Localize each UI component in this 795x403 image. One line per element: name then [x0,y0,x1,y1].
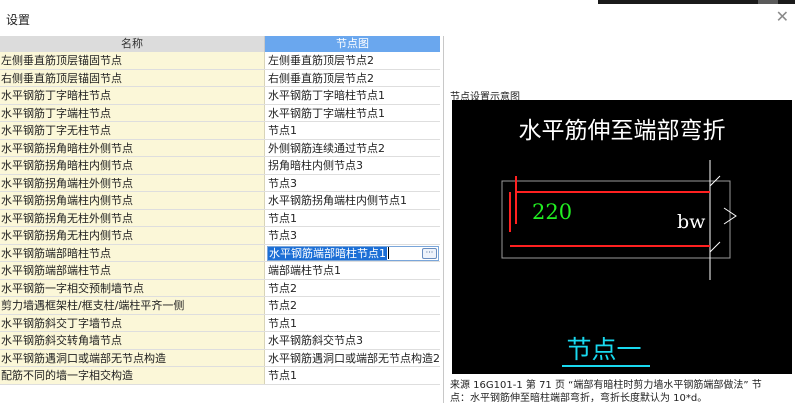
table-row[interactable]: 水平钢筋拐角无柱外侧节点 节点1 [0,209,440,227]
table-row[interactable]: 剪力墙遇框架柱/框支柱/端柱平齐一侧 节点2 [0,297,440,315]
node-diagram-cell[interactable]: 节点1 [265,209,440,226]
setting-name-cell[interactable]: 水平钢筋拐角暗柱内侧节点 [0,157,265,174]
node-diagram-cell[interactable]: 节点1 [265,367,440,384]
table-row[interactable]: 水平钢筋遇洞口或端部无节点构造 水平钢筋遇洞口或端部无节点构造2 [0,349,440,367]
setting-name-cell[interactable]: 左侧垂直筋顶层锚固节点 [0,52,265,69]
setting-name-cell[interactable]: 水平钢筋拐角无柱外侧节点 [0,209,265,226]
node-diagram-cell[interactable]: 节点3 [265,174,440,191]
source-line-2: 点：水平钢筋伸至暗柱端部弯折，弯折长度默认为 10*d。 [450,393,708,403]
table-body: 左侧垂直筋顶层锚固节点 左侧垂直筋顶层节点2 右侧垂直筋顶层锚固节点 右侧垂直筋顶层节… [0,52,440,385]
table-row[interactable]: 水平钢筋丁字无柱节点 节点1 [0,122,440,140]
setting-name-cell[interactable]: 水平钢筋斜交转角墙节点 [0,332,265,349]
node-diagram-cell[interactable]: 水平钢筋丁字端柱节点1 [265,104,440,121]
node-diagram-cell[interactable]: 水平钢筋丁字暗柱节点1 [265,87,440,104]
node-diagram-cell[interactable]: 节点1 [265,314,440,331]
table-row[interactable]: 右侧垂直筋顶层锚固节点 右侧垂直筋顶层节点2 [0,69,440,87]
node-diagram: 水平筋伸至端部弯折 220 bw 节点一 [452,100,792,374]
node-diagram-cell[interactable]: 节点2 [265,279,440,296]
table-row[interactable]: 水平钢筋拐角端柱内侧节点 水平钢筋拐角端柱内侧节点1 [0,192,440,210]
node-diagram-cell[interactable]: 节点2 [265,297,440,314]
column-header-node-diagram[interactable]: 节点图 [265,36,440,52]
column-header-name[interactable]: 名称 [0,36,265,52]
dialog-title: 设置 [6,13,31,27]
preview-panel: 节点设置示意图 水平筋伸至端部弯折 220 bw 节点一 来源 16G101-1… [443,36,795,403]
wall-thickness-label: bw [677,211,706,233]
table-row[interactable]: 水平钢筋端部暗柱节点 水平钢筋端部暗柱节点1 ··· [0,244,440,262]
table-row[interactable]: 水平钢筋拐角端柱外侧节点 节点3 [0,174,440,192]
table-row[interactable]: 水平钢筋丁字暗柱节点 水平钢筋丁字暗柱节点1 [0,87,440,105]
text-caret [388,247,389,259]
setting-name-cell[interactable]: 水平钢筋拐角暗柱外侧节点 [0,139,265,156]
table-row[interactable]: 水平钢筋端部端柱节点 端部端柱节点1 [0,262,440,280]
node-diagram-cell[interactable]: 水平钢筋拐角端柱内侧节点1 [265,192,440,209]
node-diagram-cell-editing[interactable]: 水平钢筋端部暗柱节点1 ··· [265,244,440,261]
source-line-1: 来源 16G101-1 第 71 页 “端部有暗柱时剪力墙水平钢筋端部做法” 节 [450,380,762,391]
selected-text: 水平钢筋端部暗柱节点1 [268,246,387,260]
dimension-label: 220 [532,200,572,224]
settings-table: 名称 节点图 左侧垂直筋顶层锚固节点 左侧垂直筋顶层节点2 右侧垂直筋顶层锚固节点右… [0,36,440,385]
table-row[interactable]: 水平钢筋一字相交预制墙节点 节点2 [0,279,440,297]
table-row[interactable]: 水平钢筋斜交转角墙节点 水平钢筋斜交节点3 [0,332,440,350]
node-diagram-cell[interactable]: 节点1 [265,122,440,139]
setting-name-cell[interactable]: 水平钢筋端部暗柱节点 [0,244,265,261]
node-diagram-cell[interactable]: 水平钢筋遇洞口或端部无节点构造2 [265,349,440,366]
table-row[interactable]: 左侧垂直筋顶层锚固节点 左侧垂直筋顶层节点2 [0,52,440,70]
dialog-titlebar: 设置 ✕ [0,4,795,34]
node-diagram-cell[interactable]: 拐角暗柱内侧节点3 [265,157,440,174]
table-header: 名称 节点图 [0,36,440,52]
setting-name-cell[interactable]: 水平钢筋丁字端柱节点 [0,104,265,121]
setting-name-cell[interactable]: 水平钢筋端部端柱节点 [0,262,265,279]
node-diagram-cell[interactable]: 端部端柱节点1 [265,262,440,279]
source-note: 来源 16G101-1 第 71 页 “端部有暗柱时剪力墙水平钢筋端部做法” 节… [450,379,795,403]
node-diagram-cell[interactable]: 左侧垂直筋顶层节点2 [265,52,440,69]
setting-name-cell[interactable]: 剪力墙遇框架柱/框支柱/端柱平齐一侧 [0,297,265,314]
setting-name-cell[interactable]: 水平钢筋丁字暗柱节点 [0,87,265,104]
setting-name-cell[interactable]: 水平钢筋一字相交预制墙节点 [0,279,265,296]
setting-name-cell[interactable]: 水平钢筋斜交丁字墙节点 [0,314,265,331]
table-row[interactable]: 水平钢筋拐角暗柱内侧节点 拐角暗柱内侧节点3 [0,157,440,175]
table-row[interactable]: 水平钢筋拐角无柱内侧节点 节点3 [0,227,440,245]
table-row[interactable]: 水平钢筋丁字端柱节点 水平钢筋丁字端柱节点1 [0,104,440,122]
node-diagram-cell[interactable]: 右侧垂直筋顶层节点2 [265,69,440,86]
node-diagram-cell[interactable]: 节点3 [265,227,440,244]
close-icon[interactable]: ✕ [776,9,789,25]
diagram-heading: 水平筋伸至端部弯折 [519,118,726,144]
table-row[interactable]: 配筋不同的墙一字相交构造 节点1 [0,367,440,385]
setting-name-cell[interactable]: 水平钢筋拐角端柱内侧节点 [0,192,265,209]
setting-name-cell[interactable]: 水平钢筋遇洞口或端部无节点构造 [0,349,265,366]
table-row[interactable]: 水平钢筋拐角暗柱外侧节点 外侧钢筋连续通过节点2 [0,139,440,157]
node-label: 节点一 [566,335,641,364]
node-diagram-cell[interactable]: 外侧钢筋连续通过节点2 [265,139,440,156]
node-diagram-input[interactable]: 水平钢筋端部暗柱节点1 ··· [267,245,439,261]
setting-name-cell[interactable]: 水平钢筋拐角无柱内侧节点 [0,227,265,244]
setting-name-cell[interactable]: 右侧垂直筋顶层锚固节点 [0,69,265,86]
node-diagram-cell[interactable]: 水平钢筋斜交节点3 [265,332,440,349]
ellipsis-button[interactable]: ··· [422,247,437,259]
setting-name-cell[interactable]: 配筋不同的墙一字相交构造 [0,367,265,384]
table-row[interactable]: 水平钢筋斜交丁字墙节点 节点1 [0,314,440,332]
setting-name-cell[interactable]: 水平钢筋拐角端柱外侧节点 [0,174,265,191]
setting-name-cell[interactable]: 水平钢筋丁字无柱节点 [0,122,265,139]
